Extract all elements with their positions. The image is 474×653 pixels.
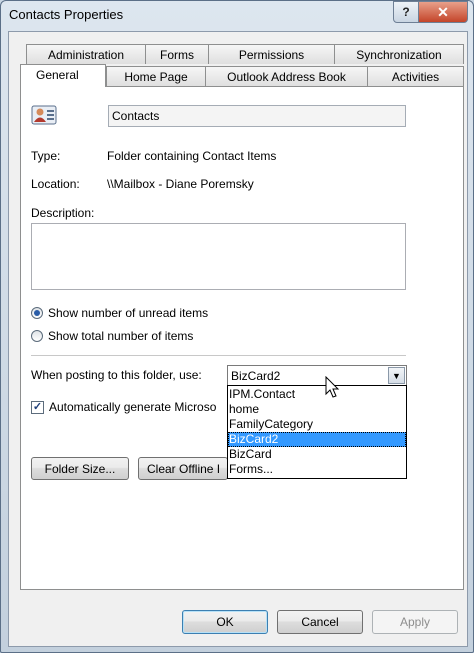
contact-card-icon (31, 104, 57, 126)
tab-label: Activities (391, 69, 440, 84)
posting-selected-text: BizCard2 (231, 369, 281, 383)
radio-total-label: Show total number of items (48, 329, 194, 343)
tab-label: Permissions (238, 47, 305, 62)
radio-dot (34, 310, 40, 316)
posting-label: When posting to this folder, use: (31, 368, 202, 382)
tab-forms[interactable]: Forms (145, 44, 209, 64)
help-icon: ? (402, 5, 410, 19)
description-label: Description: (31, 206, 95, 220)
mouse-pointer-icon (325, 375, 341, 400)
cancel-button[interactable]: Cancel (277, 610, 363, 634)
location-value: \\Mailbox - Diane Poremsky (107, 177, 254, 191)
close-icon: ✕ (437, 3, 449, 20)
tab-synchronization[interactable]: Synchronization (334, 44, 464, 64)
folder-size-button[interactable]: Folder Size... (31, 457, 129, 480)
separator (31, 355, 406, 356)
tab-label: Administration (47, 47, 125, 62)
dropdown-option-selected[interactable]: BizCard2 (228, 432, 406, 447)
apply-button[interactable]: Apply (372, 610, 458, 634)
dropdown-option[interactable]: FamilyCategory (228, 417, 406, 432)
auto-generate-checkbox-row[interactable]: ✓ Automatically generate Microso (31, 400, 216, 414)
dropdown-option[interactable]: home (228, 402, 406, 417)
radio-button[interactable] (31, 330, 43, 342)
tab-home-page[interactable]: Home Page (106, 66, 206, 86)
chevron-down-icon[interactable]: ▼ (388, 367, 405, 384)
tab-permissions[interactable]: Permissions (208, 44, 335, 64)
posting-form-select[interactable]: BizCard2 ▼ (227, 365, 407, 386)
tab-label: Home Page (124, 69, 188, 84)
folder-name-text: Contacts (112, 109, 160, 123)
type-label: Type: (31, 149, 61, 163)
description-textarea[interactable] (31, 223, 406, 290)
tab-label: Forms (160, 47, 194, 62)
radio-button-selected[interactable] (31, 307, 43, 319)
tab-outlook-address-book[interactable]: Outlook Address Book (205, 66, 368, 86)
window-title: Contacts Properties (9, 7, 124, 22)
location-label: Location: (31, 177, 80, 191)
auto-generate-checkbox[interactable]: ✓ (31, 400, 44, 414)
radio-unread-label: Show number of unread items (48, 306, 209, 320)
tab-label: Outlook Address Book (227, 69, 346, 84)
tab-activities[interactable]: Activities (367, 66, 464, 86)
tab-administration[interactable]: Administration (26, 44, 146, 64)
tab-label: General (36, 68, 79, 82)
radio-show-total[interactable]: Show total number of items (31, 329, 193, 343)
type-value: Folder containing Contact Items (107, 149, 277, 163)
tab-label: Synchronization (356, 47, 442, 62)
dropdown-option[interactable]: BizCard (228, 447, 406, 462)
help-button[interactable]: ? (393, 1, 419, 23)
general-tab-page: Contacts Type: Folder containing Contact… (20, 86, 464, 590)
auto-generate-label: Automatically generate Microso (49, 400, 217, 414)
posting-form-dropdown-list[interactable]: IPM.Contact home FamilyCategory BizCard2… (227, 385, 407, 479)
close-button[interactable]: ✕ (418, 1, 468, 23)
title-bar[interactable]: Contacts Properties ? ✕ (1, 1, 473, 31)
dialog-body: Administration Forms Permissions Synchro… (8, 31, 468, 647)
dropdown-option[interactable]: IPM.Contact (228, 387, 406, 402)
dropdown-option[interactable]: Forms... (228, 462, 406, 477)
radio-show-unread[interactable]: Show number of unread items (31, 306, 208, 320)
ok-button[interactable]: OK (182, 610, 268, 634)
tab-general[interactable]: General (20, 64, 106, 87)
clear-offline-button[interactable]: Clear Offline I (138, 457, 228, 480)
dialog-window: Contacts Properties ? ✕ Administration F… (0, 0, 474, 653)
folder-name-field[interactable]: Contacts (108, 105, 406, 127)
